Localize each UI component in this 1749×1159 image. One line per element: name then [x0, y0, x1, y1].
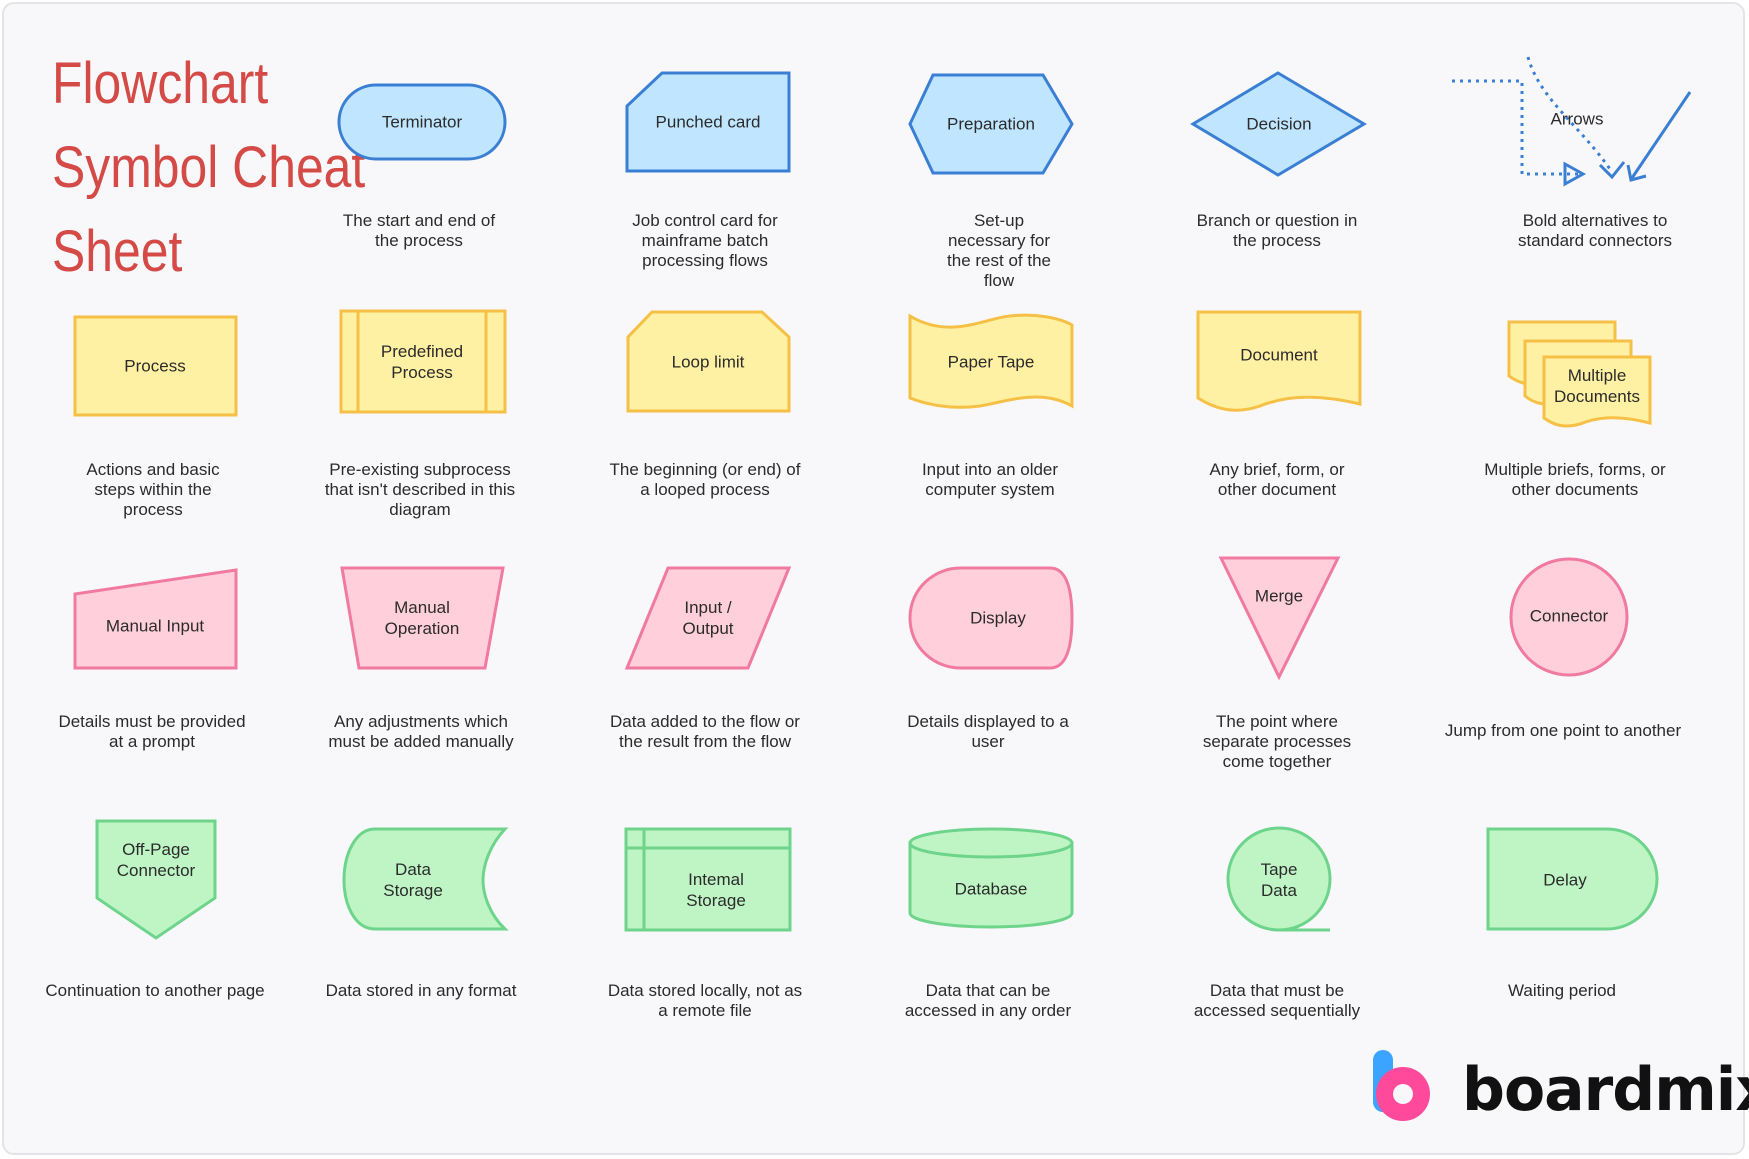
terminator-description: The start and end of the process: [342, 211, 496, 250]
merge-shape: [1218, 556, 1341, 681]
terminator-label: Terminator: [381, 112, 463, 132]
input-output-label: Input / Output: [682, 598, 734, 638]
arrows-description: Bold alternatives to standard connectors: [1517, 211, 1673, 250]
loop-limit-description: The beginning (or end) of a looped proce…: [609, 460, 801, 499]
punched-card-description: Job control card for mainframe batch pro…: [632, 211, 778, 270]
database-label: Database: [954, 879, 1028, 899]
paper-tape-description: Input into an older computer system: [921, 460, 1059, 499]
process-label: Process: [124, 356, 186, 376]
multiple-documents-label: Multiple Documents: [1554, 366, 1640, 406]
tape-data-description: Data that must be accessed sequentially: [1193, 981, 1361, 1020]
internal-storage-label: Intemal Storage: [686, 870, 746, 910]
boardmix-logo-icon: [1373, 1050, 1430, 1121]
database-description: Data that can be accessed in any order: [904, 981, 1072, 1020]
predefined-process-description: Pre-existing subprocess that isn't descr…: [324, 460, 516, 519]
predefined-process-label: Predefined Process: [380, 342, 464, 382]
connector-label: Connector: [1529, 606, 1609, 626]
multiple-documents-description: Multiple briefs, forms, or other documen…: [1484, 460, 1666, 499]
process-description: Actions and basic steps within the proce…: [86, 460, 220, 519]
preparation-label: Preparation: [947, 114, 1035, 134]
merge-description: The point where separate processes come …: [1202, 712, 1352, 771]
brand-name: boardmix: [1462, 1055, 1749, 1125]
manual-input-description: Details must be provided at a prompt: [58, 712, 246, 751]
paper-tape-label: Paper Tape: [947, 352, 1035, 372]
punched-card-label: Punched card: [655, 112, 761, 132]
document-label: Document: [1240, 345, 1318, 365]
data-storage-description: Data stored in any format: [325, 981, 517, 1000]
delay-label: Delay: [1543, 870, 1587, 890]
manual-operation-label: Manual Operation: [384, 598, 460, 638]
decision-description: Branch or question in the process: [1196, 211, 1358, 250]
off-page-connector-label: Off-Page Connector: [116, 840, 196, 880]
decision-label: Decision: [1246, 114, 1312, 134]
manual-input-label: Manual Input: [105, 616, 205, 636]
display-label: Display: [970, 608, 1026, 628]
internal-storage-description: Data stored locally, not as a remote fil…: [607, 981, 803, 1020]
delay-description: Waiting period: [1507, 981, 1617, 1000]
tape-data-label: Tape Data: [1260, 860, 1298, 900]
loop-limit-label: Loop limit: [671, 352, 745, 372]
document-description: Any brief, form, or other document: [1209, 460, 1345, 499]
connector-description: Jump from one point to another: [1444, 721, 1682, 740]
merge-label: Merge: [1254, 586, 1304, 606]
preparation-description: Set-up necessary for the rest of the flo…: [947, 211, 1051, 290]
off-page-connector-description: Continuation to another page: [45, 981, 265, 1000]
display-description: Details displayed to a user: [907, 712, 1069, 751]
input-output-description: Data added to the flow or the result fro…: [610, 712, 800, 751]
arrows-label: Arrows: [1550, 109, 1604, 129]
manual-operation-description: Any adjustments which must be added manu…: [328, 712, 514, 751]
data-storage-label: Data Storage: [383, 860, 443, 900]
